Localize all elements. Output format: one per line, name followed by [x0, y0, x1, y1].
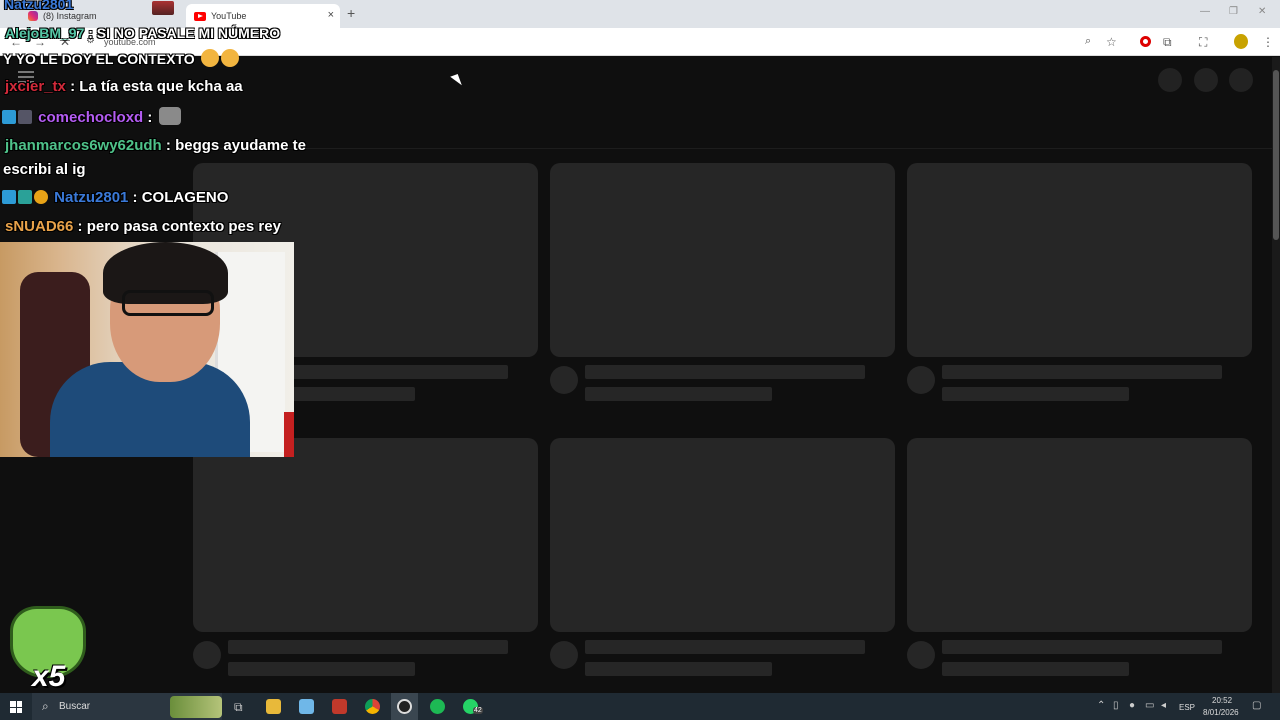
meta-skeleton — [585, 662, 772, 676]
tray-app-icon[interactable]: ▯ — [1113, 700, 1119, 711]
title-skeleton — [942, 365, 1222, 379]
star-icon[interactable]: ☆ — [1106, 35, 1117, 49]
prime-badge-icon — [2, 190, 16, 204]
meta-skeleton — [942, 662, 1129, 676]
menu-icon[interactable]: ⋮ — [1262, 35, 1274, 49]
meta-skeleton — [228, 662, 415, 676]
language-indicator[interactable]: ESP — [1179, 703, 1195, 712]
screenshot-icon[interactable]: ⛶ — [1199, 35, 1207, 50]
chat-text: : — [147, 109, 153, 126]
rat-emote-icon — [158, 107, 181, 125]
chat-message: jhanmarcos6wy62udh : beggs ayudame te — [5, 137, 306, 154]
maximize-button[interactable]: ❐ — [1229, 6, 1238, 17]
notes-icon[interactable] — [299, 699, 314, 714]
scrollbar-thumb[interactable] — [1273, 70, 1279, 240]
chat-tab-overlay-user: Natzu2801 — [4, 0, 74, 12]
minimize-button[interactable]: — — [1200, 6, 1210, 17]
task-view-icon[interactable]: ⧉ — [234, 700, 243, 715]
search-highlight-image[interactable] — [170, 696, 222, 718]
smile-emote-icon — [220, 49, 239, 67]
channel-avatar-skeleton — [907, 366, 935, 394]
obs-icon[interactable] — [397, 699, 412, 714]
title-skeleton — [585, 640, 865, 654]
whatsapp-badge: 42 — [473, 707, 483, 714]
volume-icon[interactable]: ◂ — [1161, 700, 1166, 711]
title-skeleton — [228, 640, 508, 654]
chat-username: jhanmarcos6wy62udh — [5, 137, 162, 154]
emote-multiplier: x5 — [32, 660, 66, 693]
new-tab-button[interactable]: + — [347, 5, 355, 21]
chat-message: jxcier_tx : La tía esta que kcha aa — [5, 78, 243, 95]
microphone-icon[interactable]: ● — [1129, 700, 1135, 711]
chat-text: escribi al ig — [3, 161, 86, 178]
chat-text: : La tía esta que kcha aa — [70, 78, 243, 95]
video-thumbnail-skeleton — [907, 163, 1252, 357]
video-thumbnail-skeleton — [907, 438, 1252, 632]
title-skeleton — [942, 640, 1222, 654]
tray-overflow-icon[interactable]: ⌃ — [1097, 700, 1105, 711]
chat-text: : COLAGENO — [132, 189, 229, 206]
chat-username: AlejoBM_97 — [5, 25, 85, 41]
video-thumbnail-skeleton — [193, 438, 538, 632]
webcam-feed — [0, 242, 294, 457]
channel-avatar-skeleton — [193, 641, 221, 669]
chat-text: : SI NO PASALE MI NÚMERO — [88, 25, 281, 41]
chat-message: sNUAD66 : pero pasa contexto pes rey — [5, 218, 281, 235]
emote-alert: x5 — [8, 606, 88, 693]
clock-date[interactable]: 8/01/2026 — [1203, 708, 1239, 717]
stream-chat-overlay: Natzu2801 AlejoBM_97 : SI NO PASALE MI N… — [0, 0, 330, 240]
chat-message: Natzu2801 : COLAGENO — [2, 189, 228, 206]
network-icon[interactable]: ▭ — [1145, 700, 1154, 711]
channel-avatar-skeleton — [907, 641, 935, 669]
chat-username: sNUAD66 — [5, 218, 74, 235]
search-icon: ⌕ — [42, 699, 49, 713]
channel-avatar-skeleton — [550, 641, 578, 669]
profile-icon[interactable] — [1234, 34, 1248, 49]
chat-text: Y YO LE DOY EL CONTEXTO — [3, 51, 195, 67]
app-icon[interactable] — [332, 699, 347, 714]
meta-skeleton — [585, 387, 772, 401]
chat-text: : beggs ayudame te — [165, 137, 306, 154]
video-thumbnail-skeleton — [550, 438, 895, 632]
clock-time[interactable]: 20:52 — [1212, 696, 1232, 705]
chair-edge — [284, 412, 294, 457]
meta-skeleton — [942, 387, 1129, 401]
chat-message: AlejoBM_97 : SI NO PASALE MI NÚMERO — [5, 25, 280, 41]
skeleton-header-circle — [1194, 68, 1218, 92]
divider — [180, 148, 1272, 149]
chat-username: comechocloxd — [38, 109, 144, 126]
skeleton-header-circle — [1229, 68, 1253, 92]
chrome-icon[interactable] — [365, 699, 380, 714]
search-label: Buscar — [59, 701, 91, 712]
extensions-icon[interactable]: ⧉ — [1163, 35, 1172, 50]
coin-badge-icon — [34, 190, 48, 204]
title-skeleton — [585, 365, 865, 379]
chat-message: comechocloxd : — [2, 107, 181, 126]
sub-badge-icon — [18, 110, 32, 124]
channel-avatar-skeleton — [550, 366, 578, 394]
windows-taskbar: ⌕ Buscar ⧉ 42 ⌃ ▯ ● ▭ ◂ ESP 20:52 8/01/2… — [0, 693, 1280, 720]
opera-icon[interactable] — [1140, 36, 1151, 47]
screen: (8) Instagram YouTube × + — ❐ ✕ ← → ✕ ⚙ … — [0, 0, 1280, 720]
chat-message-continuation: escribi al ig — [3, 161, 86, 178]
file-explorer-icon[interactable] — [266, 699, 281, 714]
close-window-button[interactable]: ✕ — [1258, 6, 1266, 17]
chat-username: Natzu2801 — [54, 189, 129, 206]
notifications-icon[interactable]: ▢ — [1252, 700, 1261, 711]
smile-emote-icon — [200, 49, 219, 67]
video-thumbnail-skeleton — [550, 163, 895, 357]
skeleton-header-circle — [1158, 68, 1182, 92]
windows-start-icon[interactable] — [10, 701, 22, 713]
spotify-icon[interactable] — [430, 699, 445, 714]
prime-badge-icon — [2, 110, 16, 124]
sub-badge-icon — [18, 190, 32, 204]
chat-username: jxcier_tx — [5, 78, 66, 95]
zoom-icon[interactable]: ⌕ — [1085, 35, 1091, 48]
chat-message: Y YO LE DOY EL CONTEXTO — [3, 49, 239, 67]
chat-text: : pero pasa contexto pes rey — [77, 218, 281, 235]
glasses — [122, 290, 214, 316]
